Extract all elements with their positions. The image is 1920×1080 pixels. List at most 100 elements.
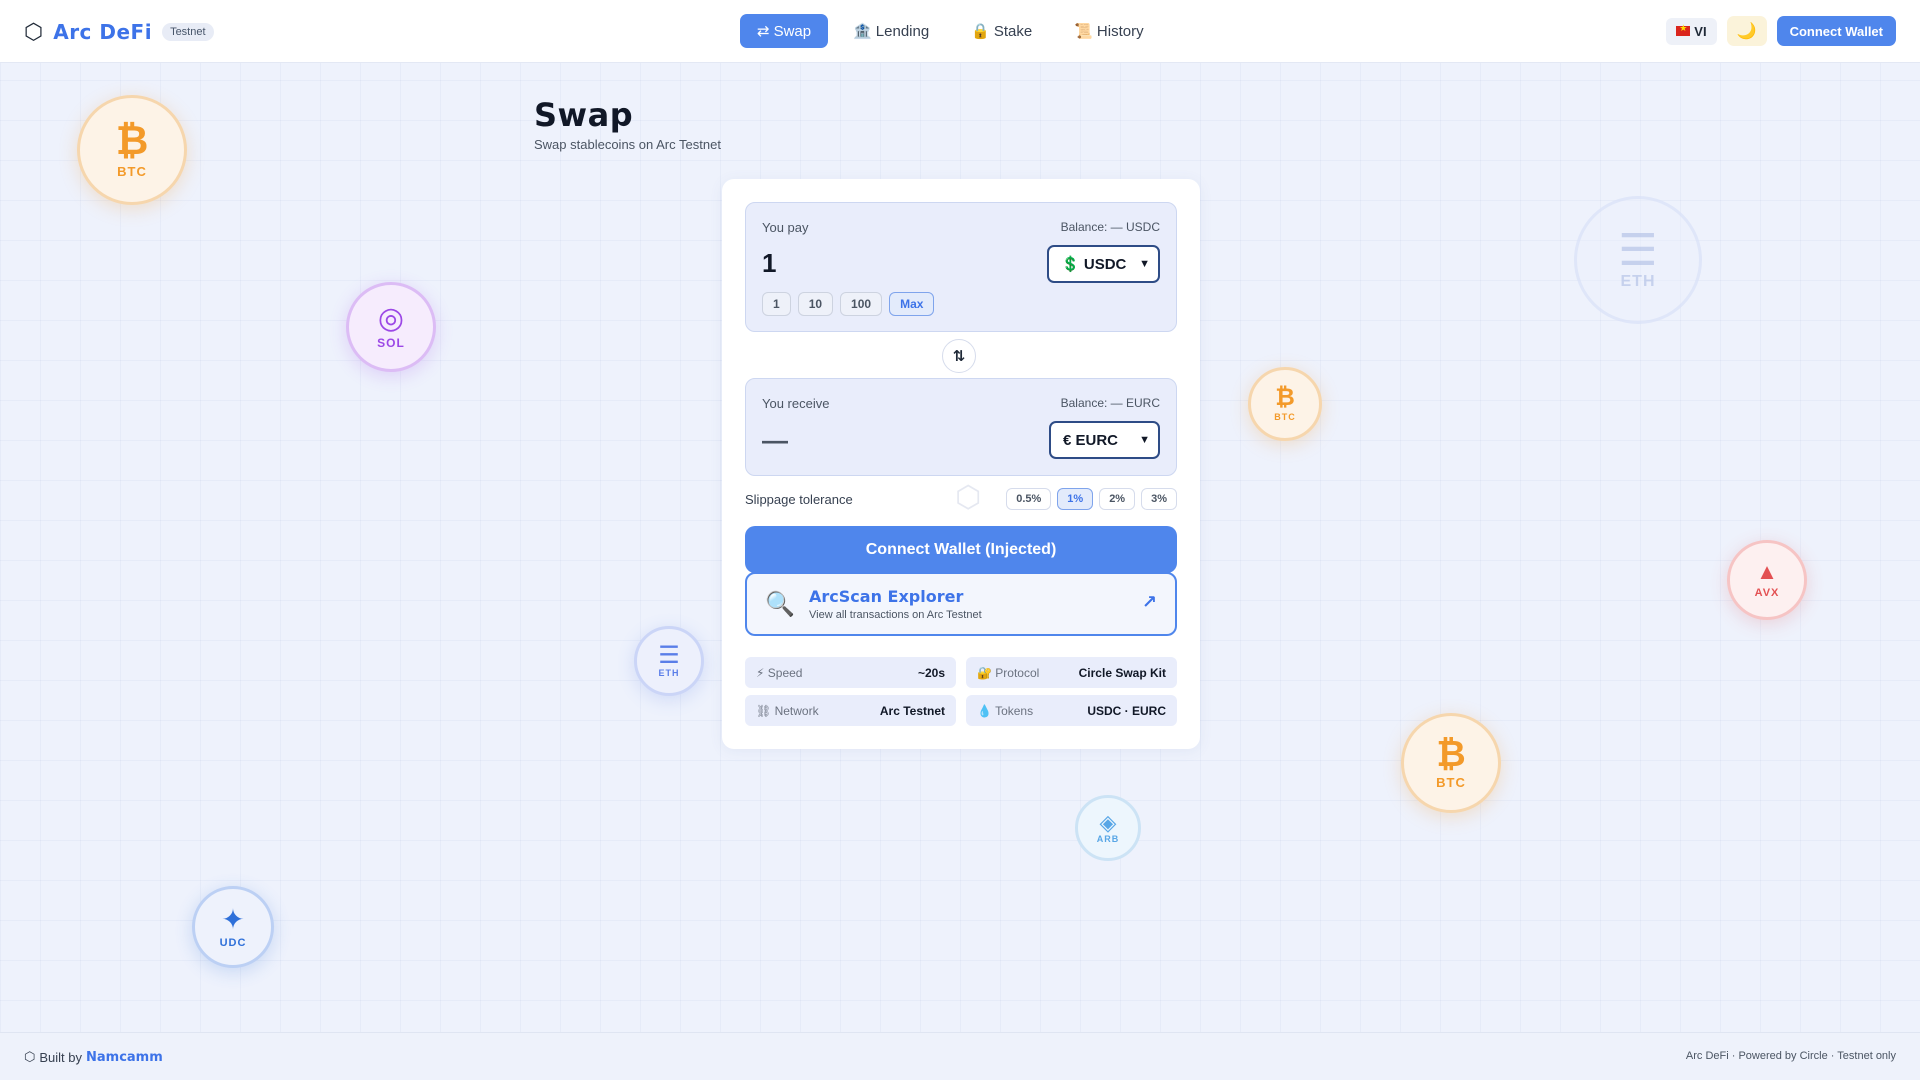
slippage-2-button[interactable]: 2% bbox=[1099, 488, 1136, 510]
info-tokens: 💧 Tokens USDC · EURC bbox=[966, 695, 1177, 726]
pay-token-select[interactable]: 💲 USDC ▼ bbox=[1047, 245, 1160, 283]
preset-max-button[interactable]: Max bbox=[889, 292, 935, 316]
language-button[interactable]: VI bbox=[1666, 17, 1717, 45]
euro-icon: € bbox=[1063, 431, 1072, 449]
connect-wallet-injected-button[interactable]: Connect Wallet (Injected) bbox=[745, 526, 1177, 573]
author-link[interactable]: Namcamm bbox=[86, 1050, 163, 1065]
page-subtitle: Swap stablecoins on Arc Testnet bbox=[534, 137, 721, 152]
swap-arrows-icon: ⇄ bbox=[757, 23, 770, 40]
magnifier-icon: 🔍 bbox=[765, 591, 795, 618]
scroll-icon: 📜 bbox=[1074, 23, 1093, 40]
pay-balance: Balance: — USDC bbox=[1060, 220, 1160, 234]
chevron-down-icon: ▼ bbox=[1139, 434, 1150, 446]
slippage-0-5-button[interactable]: 0.5% bbox=[1006, 488, 1052, 510]
bank-icon: 🏦 bbox=[853, 23, 872, 40]
info-key: Network bbox=[774, 703, 819, 718]
page-title: Swap bbox=[534, 96, 634, 134]
coin-label: SOL bbox=[377, 336, 405, 350]
tab-swap[interactable]: ⇄ Swap bbox=[740, 14, 829, 48]
coin-label: ETH bbox=[1620, 273, 1656, 290]
preset-1-button[interactable]: 1 bbox=[762, 292, 791, 316]
hexagon-logo-icon: ⬡ bbox=[24, 19, 44, 44]
tab-stake[interactable]: 🔒 Stake bbox=[954, 14, 1049, 48]
pay-amount-input[interactable]: 1 bbox=[762, 248, 776, 279]
swap-direction-button[interactable]: ⇅ bbox=[942, 339, 976, 373]
info-key: Speed bbox=[767, 665, 803, 680]
solana-icon: ◎ bbox=[377, 302, 405, 335]
info-grid: ⚡ Speed ~20s 🔐 Protocol Circle Swap Kit … bbox=[745, 657, 1177, 726]
arb-coin-decoration: ◈ ARB bbox=[1075, 795, 1141, 861]
brand-name: Arc DeFi bbox=[53, 20, 153, 44]
brand[interactable]: ⬡ Arc DeFi Testnet bbox=[24, 20, 214, 44]
slippage-1-button[interactable]: 1% bbox=[1057, 488, 1094, 510]
pay-token-label: USDC bbox=[1083, 256, 1127, 273]
tab-label: Swap bbox=[773, 22, 812, 40]
ethereum-icon: ☰ bbox=[658, 642, 680, 669]
arcscan-explorer-link[interactable]: 🔍 ArcScan Explorer View all transactions… bbox=[745, 572, 1177, 636]
arbitrum-icon: ◈ bbox=[1099, 810, 1117, 835]
moon-icon: 🌙 bbox=[1736, 23, 1757, 40]
coin-label: BTC bbox=[1274, 412, 1296, 422]
top-header: ⬡ Arc DeFi Testnet ⇄ Swap 🏦 Lending 🔒 St… bbox=[0, 0, 1920, 63]
lightning-icon: ⚡ bbox=[756, 665, 765, 680]
receive-label: You receive bbox=[762, 396, 830, 411]
eth-coin-decoration-faded: ☰ ETH bbox=[1574, 196, 1702, 324]
coin-label: ARB bbox=[1096, 834, 1120, 844]
info-protocol: 🔐 Protocol Circle Swap Kit bbox=[966, 657, 1177, 688]
footer-note: Arc DeFi · Powered by Circle · Testnet o… bbox=[1685, 1050, 1896, 1062]
lock-key-icon: 🔐 bbox=[977, 665, 992, 680]
tab-lending[interactable]: 🏦 Lending bbox=[836, 14, 946, 48]
info-value: USDC · EURC bbox=[1087, 703, 1166, 718]
main-nav: ⇄ Swap 🏦 Lending 🔒 Stake 📜 History bbox=[740, 14, 1161, 48]
chain-icon: ⛓ bbox=[756, 703, 772, 718]
preset-10-button[interactable]: 10 bbox=[797, 292, 834, 316]
eth-coin-decoration: ☰ ETH bbox=[634, 626, 704, 696]
external-link-icon: ↗ bbox=[1141, 592, 1157, 612]
receive-token-select[interactable]: € EURC ▼ bbox=[1049, 421, 1160, 459]
tab-history[interactable]: 📜 History bbox=[1057, 14, 1160, 48]
btc-coin-decoration: ₿ BTC bbox=[77, 95, 187, 205]
tab-label: History bbox=[1096, 22, 1144, 40]
info-key: Protocol bbox=[995, 665, 1040, 680]
header-actions: VI 🌙 Connect Wallet bbox=[1666, 16, 1896, 46]
ethereum-icon: ☰ bbox=[1618, 226, 1658, 275]
coin-label: ETH bbox=[658, 668, 680, 678]
lock-icon: 🔒 bbox=[971, 23, 990, 40]
swap-card: You pay Balance: — USDC 1 💲 USDC ▼ 1 10 … bbox=[722, 179, 1200, 749]
language-label: VI bbox=[1694, 23, 1707, 39]
explorer-title: ArcScan Explorer bbox=[809, 587, 964, 606]
udc-coin-decoration: ✦ UDC bbox=[192, 886, 274, 968]
chevron-down-icon: ▼ bbox=[1139, 258, 1150, 270]
explorer-subtitle: View all transactions on Arc Testnet bbox=[809, 609, 982, 621]
slippage-label: Slippage tolerance bbox=[745, 492, 853, 507]
footer-credit: ⬡ Built by Namcamm bbox=[24, 1049, 163, 1065]
info-network: ⛓ Network Arc Testnet bbox=[745, 695, 956, 726]
info-speed: ⚡ Speed ~20s bbox=[745, 657, 956, 688]
sparkle-icon: ✦ bbox=[221, 903, 245, 935]
slippage-3-button[interactable]: 3% bbox=[1141, 488, 1177, 510]
slippage-options: 0.5% 1% 2% 3% bbox=[1006, 488, 1177, 510]
connect-wallet-button[interactable]: Connect Wallet bbox=[1776, 16, 1896, 46]
vietnam-flag-icon bbox=[1676, 23, 1691, 36]
info-value: ~20s bbox=[917, 665, 945, 680]
receive-token-label: EURC bbox=[1075, 431, 1119, 449]
coin-label: AVX bbox=[1754, 587, 1780, 599]
info-key: Tokens bbox=[995, 703, 1034, 718]
preset-100-button[interactable]: 100 bbox=[840, 292, 883, 316]
theme-toggle-button[interactable]: 🌙 bbox=[1726, 16, 1767, 46]
testnet-badge: Testnet bbox=[162, 23, 214, 41]
btc-coin-decoration: ₿ BTC bbox=[1401, 713, 1501, 813]
coin-label: BTC bbox=[117, 164, 147, 179]
sol-coin-decoration: ◎ SOL bbox=[346, 282, 436, 372]
receive-panel: You receive Balance: — EURC — € EURC ▼ bbox=[745, 378, 1177, 476]
dollar-icon: 💲 bbox=[1061, 256, 1080, 273]
pay-panel: You pay Balance: — USDC 1 💲 USDC ▼ 1 10 … bbox=[745, 202, 1177, 332]
pay-label: You pay bbox=[762, 220, 809, 235]
hexagon-watermark-icon: ⬡ bbox=[955, 481, 982, 514]
btc-coin-decoration: ₿ BTC bbox=[1248, 367, 1322, 441]
bitcoin-icon: ₿ bbox=[1436, 733, 1466, 774]
built-by-label: Built by bbox=[39, 1049, 82, 1065]
footer: ⬡ Built by Namcamm Arc DeFi · Powered by… bbox=[0, 1032, 1920, 1080]
receive-amount: — bbox=[762, 425, 788, 455]
avalanche-icon: ▲ bbox=[1756, 559, 1778, 584]
